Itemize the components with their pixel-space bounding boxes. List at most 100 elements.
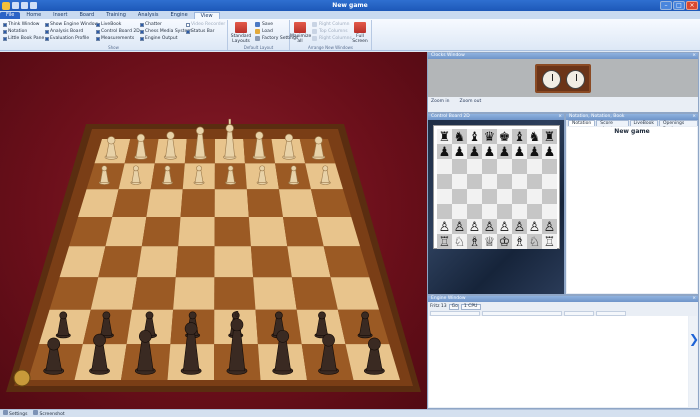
zoom-in-link[interactable]: Zoom in xyxy=(431,99,450,104)
engine-go-button[interactable]: Go xyxy=(448,303,459,310)
white-piece-2d[interactable]: ♙ xyxy=(484,220,496,235)
settings-status-item[interactable]: Settings xyxy=(3,410,27,417)
checkbox-chatter[interactable]: Chatter xyxy=(140,22,162,27)
board-2d-canvas[interactable]: ♜♟♙♖♞♟♙♘♝♟♙♗♛♟♙♕♚♟♙♔♝♟♙♗♞♟♙♘♜♟♙♖ xyxy=(434,126,561,250)
board-square[interactable] xyxy=(180,189,215,217)
board-2d-square[interactable] xyxy=(542,204,557,219)
board-2d-square[interactable] xyxy=(497,189,512,204)
board-2d-square[interactable] xyxy=(527,159,542,174)
board-2d-square[interactable] xyxy=(512,189,527,204)
white-piece-2d[interactable]: ♙ xyxy=(544,220,556,235)
board-2d-square[interactable] xyxy=(437,159,452,174)
tab-openings-book[interactable]: Openings Book xyxy=(658,120,698,132)
black-piece-2d[interactable]: ♛ xyxy=(484,130,496,145)
tab-home[interactable]: Home xyxy=(20,12,47,19)
white-piece-2d[interactable]: ♘ xyxy=(529,235,541,250)
checkbox-media-system[interactable]: Chess Media System xyxy=(140,29,192,34)
board-square[interactable] xyxy=(175,246,215,278)
black-piece-2d[interactable]: ♟ xyxy=(499,145,511,160)
board-square[interactable] xyxy=(112,189,151,217)
checkbox-control-board[interactable]: Control Board 2D xyxy=(96,29,140,34)
white-piece-2d[interactable]: ♙ xyxy=(469,220,481,235)
black-piece-2d[interactable]: ♟ xyxy=(529,145,541,160)
checkbox-think-window[interactable]: Think Window xyxy=(3,22,39,27)
board-2d-square[interactable] xyxy=(452,159,467,174)
board-square[interactable] xyxy=(248,216,288,247)
board-2d-square[interactable] xyxy=(512,174,527,189)
board-2d-square[interactable] xyxy=(482,174,497,189)
right-columns-button[interactable]: Right Columns xyxy=(312,36,352,41)
board-2d-square[interactable] xyxy=(527,189,542,204)
board-square[interactable] xyxy=(214,189,249,217)
board-2d-square[interactable] xyxy=(497,204,512,219)
checkbox-engine-output[interactable]: Engine Output xyxy=(140,36,177,41)
checkbox-little-book[interactable]: Little Book Pane xyxy=(3,36,44,41)
board-square[interactable] xyxy=(291,277,338,310)
board-2d-square[interactable] xyxy=(452,204,467,219)
checkbox-analysis-board[interactable]: Analysis Board xyxy=(45,29,83,34)
engine-output[interactable] xyxy=(429,316,688,407)
board-square[interactable] xyxy=(90,277,137,310)
board-square[interactable] xyxy=(250,246,292,278)
board-2d-square[interactable] xyxy=(497,159,512,174)
white-piece-2d[interactable]: ♕ xyxy=(484,235,496,250)
black-piece-2d[interactable]: ♜ xyxy=(439,130,451,145)
board-2d-square[interactable] xyxy=(467,204,482,219)
board-square[interactable] xyxy=(136,246,179,278)
tab-analysis[interactable]: Analysis xyxy=(132,12,165,19)
black-piece-2d[interactable]: ♟ xyxy=(544,145,556,160)
board-square[interactable] xyxy=(214,277,256,310)
black-piece-2d[interactable]: ♝ xyxy=(469,130,481,145)
zoom-out-link[interactable]: Zoom out xyxy=(460,99,482,104)
board-square[interactable] xyxy=(105,216,147,247)
tab-score-sheet[interactable]: Score sheet xyxy=(596,120,629,132)
white-piece-2d[interactable]: ♖ xyxy=(544,235,556,250)
black-piece-2d[interactable]: ♜ xyxy=(544,130,556,145)
black-piece-2d[interactable]: ♟ xyxy=(454,145,466,160)
board-2d-square[interactable] xyxy=(437,174,452,189)
maximize-all-button[interactable]: Maximize all xyxy=(290,22,311,44)
white-piece-2d[interactable]: ♔ xyxy=(499,235,511,250)
black-piece-2d[interactable]: ♞ xyxy=(529,130,541,145)
black-piece-2d[interactable]: ♟ xyxy=(469,145,481,160)
board-2d-square[interactable] xyxy=(527,204,542,219)
board-square[interactable] xyxy=(214,246,254,278)
white-piece-2d[interactable]: ♖ xyxy=(439,235,451,250)
full-screen-button[interactable]: Full Screen xyxy=(350,22,370,44)
close-button[interactable]: × xyxy=(686,1,698,10)
board-3d-canvas[interactable] xyxy=(0,52,427,409)
black-piece-2d[interactable]: ♚ xyxy=(499,130,511,145)
board-2d-square[interactable] xyxy=(542,174,557,189)
board-square[interactable] xyxy=(173,277,215,310)
checkbox-livebook[interactable]: LiveBook xyxy=(96,22,121,27)
board-square[interactable] xyxy=(131,277,176,310)
maximize-button[interactable]: □ xyxy=(673,1,685,10)
top-columns-button[interactable]: Top Columns xyxy=(312,29,348,34)
checkbox-measurements[interactable]: Measurements xyxy=(96,36,134,41)
board-square[interactable] xyxy=(287,246,331,278)
tab-board[interactable]: Board xyxy=(73,12,100,19)
board-2d-square[interactable] xyxy=(482,159,497,174)
black-piece-2d[interactable]: ♝ xyxy=(514,130,526,145)
standard-layouts-button[interactable]: Standard Layouts xyxy=(228,22,254,44)
right-column-button[interactable]: Right Column xyxy=(312,22,350,27)
board-square[interactable] xyxy=(278,189,318,217)
tab-notation[interactable]: Notation xyxy=(568,120,596,126)
board-square[interactable] xyxy=(253,277,297,310)
board-2d-square[interactable] xyxy=(512,159,527,174)
board-2d-square[interactable] xyxy=(542,189,557,204)
board-2d-square[interactable] xyxy=(452,189,467,204)
tab-training[interactable]: Training xyxy=(100,12,132,19)
board-3d-view[interactable] xyxy=(0,52,427,409)
white-piece-2d[interactable]: ♙ xyxy=(529,220,541,235)
board-2d-square[interactable] xyxy=(467,174,482,189)
white-piece-2d[interactable]: ♙ xyxy=(499,220,511,235)
black-piece-2d[interactable]: ♟ xyxy=(439,145,451,160)
notation-body[interactable] xyxy=(567,127,697,293)
camera-nav-control-icon[interactable] xyxy=(13,369,31,387)
white-piece-2d[interactable]: ♙ xyxy=(514,220,526,235)
checkbox-notation[interactable]: Notation xyxy=(3,29,27,34)
checkbox-video-recorder[interactable]: Video Recorder xyxy=(186,22,225,27)
board-2d-square[interactable] xyxy=(452,174,467,189)
white-piece-2d[interactable]: ♗ xyxy=(469,235,481,250)
